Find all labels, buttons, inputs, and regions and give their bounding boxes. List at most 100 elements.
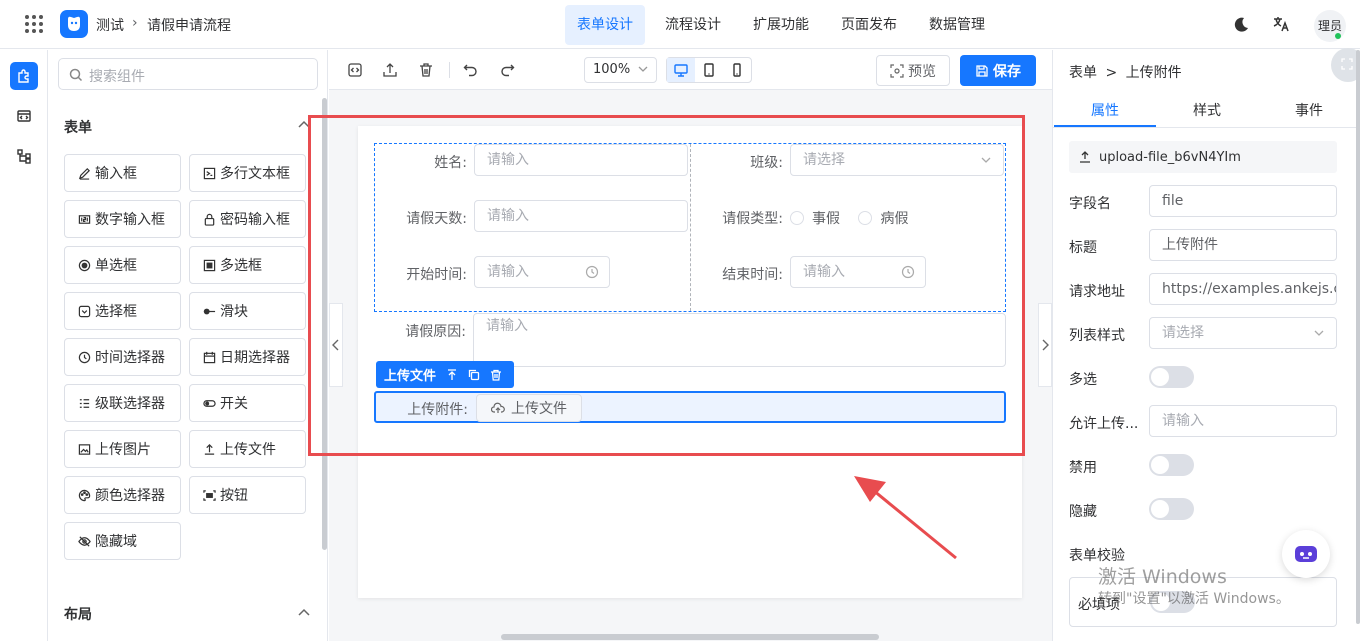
switch-knob xyxy=(1151,500,1169,518)
upload-icon xyxy=(202,442,216,456)
annotation-highlight-box xyxy=(308,115,1025,456)
tab-data-management[interactable]: 数据管理 xyxy=(917,5,997,45)
breadcrumb-separator: › xyxy=(132,15,138,31)
component-upload[interactable]: 上传文件 xyxy=(189,430,306,468)
structure-rail-button[interactable] xyxy=(10,142,38,170)
component-calendar[interactable]: 日期选择器 xyxy=(189,338,306,376)
breadcrumb-root[interactable]: 表单 xyxy=(1069,65,1097,81)
disabled-switch[interactable] xyxy=(1149,454,1194,476)
chevron-right-icon xyxy=(1042,339,1049,351)
translate-icon[interactable] xyxy=(1272,15,1290,33)
title-input[interactable]: 上传附件 xyxy=(1149,229,1337,261)
app-title[interactable]: 测试 xyxy=(96,15,124,35)
redo-icon[interactable] xyxy=(499,62,515,78)
component-checkbox[interactable]: 多选框 xyxy=(189,246,306,284)
multiple-label: 多选 xyxy=(1069,372,1097,388)
tab-style[interactable]: 样式 xyxy=(1156,100,1258,120)
component-eye-off[interactable]: 隐藏域 xyxy=(64,522,181,560)
search-placeholder: 搜索组件 xyxy=(89,69,145,85)
breadcrumb-current: 上传附件 xyxy=(1125,65,1182,81)
field-name-input[interactable]: file xyxy=(1149,185,1337,217)
canvas-toolbar: 100% 预览 保存 xyxy=(329,50,1052,90)
component-label: 多行文本框 xyxy=(220,166,290,182)
hidden-switch[interactable] xyxy=(1149,498,1194,520)
code-rail-button[interactable] xyxy=(10,102,38,130)
apps-grid-icon[interactable] xyxy=(24,14,44,34)
component-id-box: upload-file_b6vN4YIm xyxy=(1069,141,1337,173)
component-image[interactable]: 上传图片 xyxy=(64,430,181,468)
windows-activation-hint: 转到"设置"以激活 Windows。 xyxy=(1098,591,1290,607)
component-label: 选择框 xyxy=(95,304,137,320)
component-switch[interactable]: 开关 xyxy=(189,384,306,422)
zoom-select[interactable]: 100% xyxy=(584,57,657,83)
save-icon xyxy=(975,64,989,78)
canvas-h-scrollbar[interactable] xyxy=(501,634,879,640)
slider-icon xyxy=(202,304,216,318)
tab-extensions[interactable]: 扩展功能 xyxy=(741,5,821,45)
chevron-up-icon[interactable] xyxy=(298,608,310,616)
toolbar-divider xyxy=(449,62,450,78)
clock-icon xyxy=(77,350,91,364)
save-label: 保存 xyxy=(993,63,1021,80)
component-textarea[interactable]: 多行文本框 xyxy=(189,154,306,192)
code-box-icon xyxy=(17,110,31,122)
component-edit[interactable]: 输入框 xyxy=(64,154,181,192)
export-icon[interactable] xyxy=(382,62,398,78)
component-label: 多选框 xyxy=(220,258,262,274)
form-section-title: 表单 xyxy=(64,120,92,136)
component-palette[interactable]: 颜色选择器 xyxy=(64,476,181,514)
component-search-input[interactable]: 搜索组件 xyxy=(58,58,318,90)
user-avatar[interactable]: 理员 xyxy=(1314,10,1346,42)
chevron-down-icon xyxy=(1314,330,1324,336)
tab-flow-design[interactable]: 流程设计 xyxy=(653,5,733,45)
collapse-right-button[interactable] xyxy=(1038,303,1052,387)
component-clock[interactable]: 时间选择器 xyxy=(64,338,181,376)
save-button[interactable]: 保存 xyxy=(960,55,1036,86)
tab-active-indicator xyxy=(1054,125,1156,127)
request-url-label: 请求地址 xyxy=(1069,284,1125,300)
lock-icon xyxy=(202,212,216,226)
component-select[interactable]: 选择框 xyxy=(64,292,181,330)
allow-upload-input[interactable]: 请输入 xyxy=(1149,405,1337,437)
components-rail-button[interactable] xyxy=(10,62,38,90)
tab-properties[interactable]: 属性 xyxy=(1054,100,1156,120)
list-style-select[interactable]: 请选择 xyxy=(1149,317,1337,349)
undo-icon[interactable] xyxy=(463,62,479,78)
component-label: 隐藏域 xyxy=(95,534,137,550)
component-label: 滑块 xyxy=(220,304,248,320)
palette-icon xyxy=(77,488,91,502)
upload-icon xyxy=(1079,151,1091,163)
chevron-down-icon xyxy=(638,66,648,72)
tree-structure-icon xyxy=(17,149,31,164)
tab-page-publish[interactable]: 页面发布 xyxy=(829,5,909,45)
desktop-icon[interactable] xyxy=(667,58,695,82)
component-label: 日期选择器 xyxy=(220,350,290,366)
tab-baseline xyxy=(1053,127,1360,128)
multiple-switch[interactable] xyxy=(1149,366,1194,388)
mobile-icon[interactable] xyxy=(723,58,751,82)
list-style-placeholder: 请选择 xyxy=(1162,325,1204,341)
calendar-icon xyxy=(202,350,216,364)
component-radio[interactable]: 单选框 xyxy=(64,246,181,284)
component-label: 数字输入框 xyxy=(95,212,165,228)
code-view-icon[interactable] xyxy=(347,62,363,78)
component-number[interactable]: 数字输入框 xyxy=(64,200,181,238)
image-icon xyxy=(77,442,91,456)
properties-scrollbar[interactable] xyxy=(1356,50,1360,624)
online-status-dot xyxy=(1335,33,1341,39)
component-cascader[interactable]: 级联选择器 xyxy=(64,384,181,422)
disabled-label: 禁用 xyxy=(1069,460,1097,476)
tablet-icon[interactable] xyxy=(695,58,723,82)
component-slider[interactable]: 滑块 xyxy=(189,292,306,330)
request-url-input[interactable]: https://examples.ankejs.cn, xyxy=(1149,273,1337,305)
delete-icon[interactable] xyxy=(418,62,434,78)
preview-button[interactable]: 预览 xyxy=(876,55,950,86)
device-switcher xyxy=(666,57,752,83)
assistant-bot-button[interactable] xyxy=(1282,530,1330,578)
tab-events[interactable]: 事件 xyxy=(1258,100,1360,120)
component-lock[interactable]: 密码输入框 xyxy=(189,200,306,238)
component-button[interactable]: 按钮 xyxy=(189,476,306,514)
tab-form-design[interactable]: 表单设计 xyxy=(565,5,645,45)
annotation-arrow-icon xyxy=(854,476,957,560)
dark-mode-icon[interactable] xyxy=(1232,16,1250,34)
